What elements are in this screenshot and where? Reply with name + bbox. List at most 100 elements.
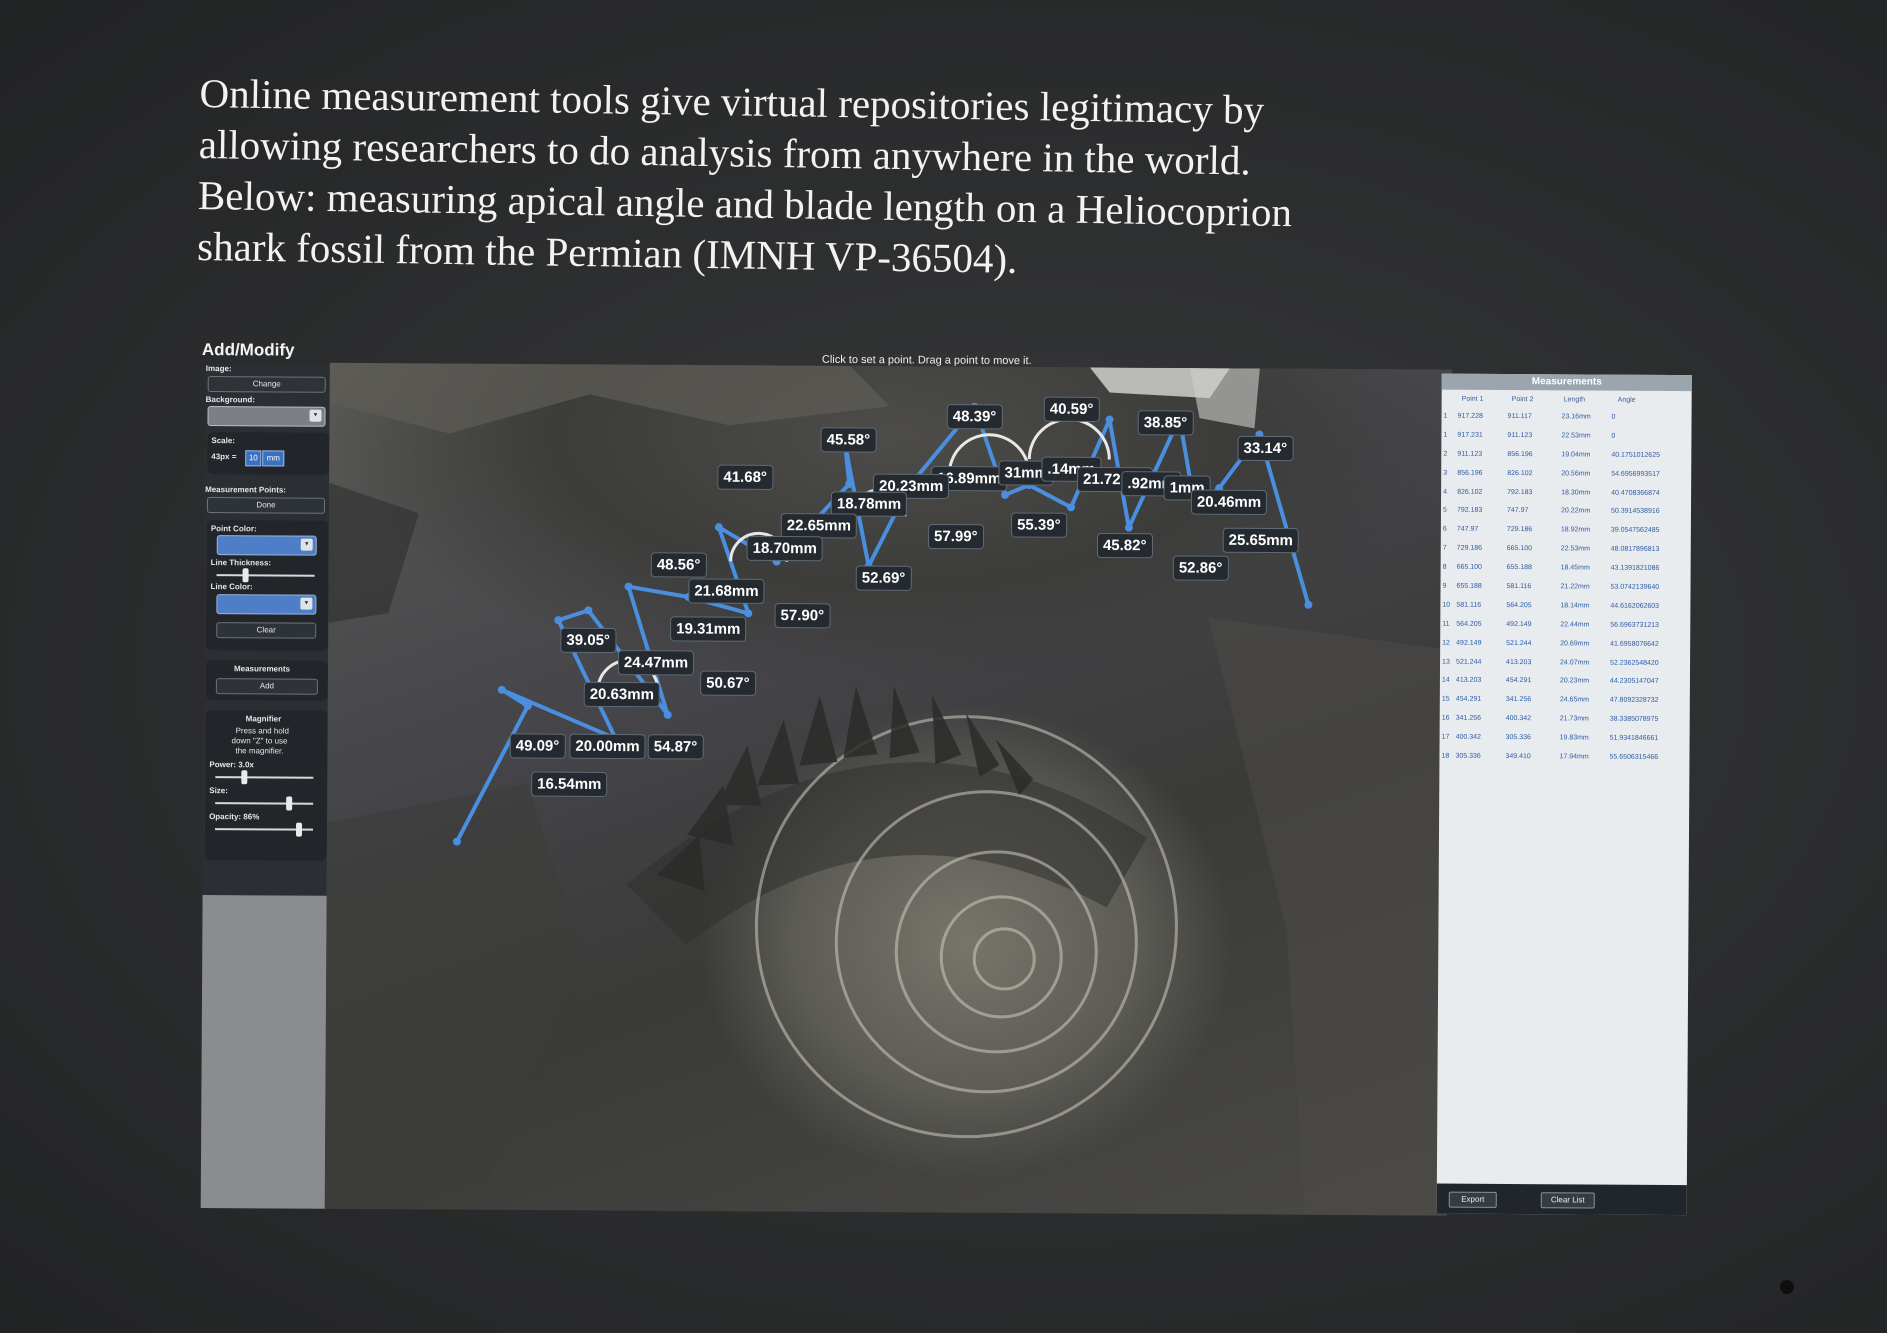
table-cell: 41.6958076642 bbox=[1610, 640, 1659, 648]
scale-value-input[interactable]: 10 bbox=[245, 450, 262, 467]
table-row[interactable]: 16 341.256 400.342 21.73mm 38.3385078975 bbox=[1440, 712, 1690, 732]
measurement-label[interactable]: 57.99° bbox=[927, 523, 984, 550]
measurement-label[interactable]: 20.00mm bbox=[569, 733, 646, 760]
point-color-select[interactable]: ▾ bbox=[216, 535, 317, 556]
clear-button[interactable]: Clear bbox=[216, 622, 317, 639]
table-row[interactable]: 11 564.205 492.149 22.44mm 56.6963731213 bbox=[1440, 617, 1690, 637]
table-cell: 13 bbox=[1442, 658, 1450, 666]
measurement-point[interactable] bbox=[714, 523, 723, 532]
table-cell: 454.291 bbox=[1505, 677, 1532, 685]
measurement-label[interactable]: 48.39° bbox=[946, 404, 1003, 430]
measurement-point[interactable] bbox=[1066, 503, 1075, 512]
measurement-label[interactable]: 49.09° bbox=[509, 733, 566, 759]
slider-handle[interactable] bbox=[296, 822, 303, 837]
measurement-point[interactable] bbox=[624, 582, 633, 591]
power-label: Power: 3.0x bbox=[209, 760, 254, 770]
table-row[interactable]: 5 792.183 747.97 20.22mm 50.3914538916 bbox=[1441, 504, 1691, 524]
table-row[interactable]: 15 454.291 341.256 24.65mm 47.8092328732 bbox=[1440, 693, 1690, 713]
table-cell: 19.83mm bbox=[1559, 734, 1589, 742]
add-button[interactable]: Add bbox=[215, 678, 318, 695]
measurement-label[interactable]: 39.05° bbox=[560, 627, 617, 654]
measurement-point[interactable] bbox=[554, 616, 563, 625]
power-slider[interactable] bbox=[215, 770, 314, 785]
slider-handle[interactable] bbox=[242, 568, 249, 583]
table-row[interactable]: 4 826.102 792.183 18.30mm 40.4708366874 bbox=[1441, 485, 1691, 505]
measurement-label[interactable]: 40.59° bbox=[1043, 396, 1100, 422]
chevron-down-icon: ▾ bbox=[300, 538, 313, 551]
table-cell: 911.123 bbox=[1507, 431, 1533, 440]
table-cell: 51.9341846661 bbox=[1609, 734, 1659, 743]
measurement-point[interactable] bbox=[523, 701, 532, 710]
chevron-down-icon: ▾ bbox=[309, 409, 322, 422]
measurement-label[interactable]: 52.86° bbox=[1172, 555, 1229, 581]
table-row[interactable]: 14 413.203 454.291 20.23mm 44.2305147047 bbox=[1440, 674, 1690, 694]
measurement-point[interactable] bbox=[1124, 523, 1133, 532]
change-button[interactable]: Change bbox=[207, 376, 326, 393]
measurement-label[interactable]: 16.54mm bbox=[531, 771, 608, 797]
measurement-point[interactable] bbox=[1304, 600, 1313, 609]
table-row[interactable]: 1 917.228 911.117 23.16mm 0 bbox=[1441, 410, 1691, 430]
measurement-label[interactable]: 20.63mm bbox=[583, 681, 661, 708]
export-button[interactable]: Export bbox=[1448, 1191, 1497, 1208]
measurement-label[interactable]: 54.87° bbox=[647, 734, 704, 760]
measurement-label[interactable]: 52.69° bbox=[855, 565, 912, 591]
measurement-label[interactable]: 25.65mm bbox=[1222, 527, 1299, 554]
fossil-image-canvas[interactable]: 48.39° 40.59° 38.85° 45.58° 33.14° 16.89… bbox=[324, 362, 1452, 1216]
measurement-point[interactable] bbox=[1105, 415, 1114, 424]
measurement-label[interactable]: 18.70mm bbox=[746, 535, 823, 562]
table-row[interactable]: 3 856.196 826.102 20.56mm 54.6956993517 bbox=[1441, 466, 1691, 486]
measurement-label[interactable]: 33.14° bbox=[1237, 435, 1294, 462]
table-row[interactable]: 18 305.336 349.410 17.94mm 55.6506315466 bbox=[1439, 750, 1689, 770]
measurement-label[interactable]: 20.46mm bbox=[1190, 489, 1268, 516]
measurement-label[interactable]: 21.68mm bbox=[688, 578, 765, 604]
measurements-group: Measurements Add bbox=[205, 660, 329, 701]
measurement-point[interactable] bbox=[452, 837, 461, 846]
table-header: Point 1 Point 2 Length Angle bbox=[1442, 394, 1692, 410]
table-row[interactable]: 12 492.149 521.244 20.69mm 41.6958076642 bbox=[1440, 636, 1690, 656]
measurement-label[interactable]: 45.82° bbox=[1096, 532, 1153, 559]
measurement-label[interactable]: 22.65mm bbox=[780, 513, 858, 539]
slider-handle[interactable] bbox=[241, 770, 248, 785]
measurement-label[interactable]: 57.90° bbox=[774, 603, 831, 629]
measurement-label[interactable]: 55.39° bbox=[1011, 512, 1067, 538]
table-cell: 22.53mm bbox=[1561, 432, 1591, 440]
table-row[interactable]: 1 917.231 911.123 22.53mm 0 bbox=[1441, 428, 1691, 448]
measurement-label[interactable]: 45.58° bbox=[820, 427, 877, 453]
line-thickness-slider[interactable] bbox=[216, 568, 315, 583]
table-row[interactable]: 10 581.116 564.205 18.14mm 44.6162062603 bbox=[1440, 598, 1690, 618]
table-row[interactable]: 8 665.100 655.188 18.45mm 43.1391821086 bbox=[1441, 561, 1691, 581]
table-row[interactable]: 13 521.244 413.203 24.07mm 52.2362548420 bbox=[1440, 655, 1690, 675]
measurement-label[interactable]: 19.31mm bbox=[670, 616, 747, 642]
measurement-label[interactable]: 41.68° bbox=[717, 464, 774, 490]
measurement-point[interactable] bbox=[584, 606, 593, 615]
table-cell: 2 bbox=[1443, 450, 1448, 458]
opacity-slider[interactable] bbox=[215, 822, 314, 837]
measurement-label[interactable]: 50.67° bbox=[700, 670, 756, 696]
size-slider[interactable] bbox=[215, 796, 314, 811]
background-color-select[interactable]: ▾ bbox=[207, 406, 326, 427]
measurement-label[interactable]: 24.47mm bbox=[617, 650, 695, 676]
table-cell: 54.6956993517 bbox=[1611, 470, 1660, 478]
scale-unit-select[interactable]: mm bbox=[262, 450, 285, 467]
measurement-label[interactable]: 38.85° bbox=[1137, 410, 1194, 436]
measurement-point[interactable] bbox=[744, 609, 753, 618]
table-row[interactable]: 2 911.123 856.196 19.04mm 40.1751012625 bbox=[1441, 447, 1691, 467]
measurement-label[interactable]: 48.56° bbox=[650, 552, 707, 578]
measurement-point[interactable] bbox=[1001, 490, 1010, 499]
table-cell: 792.183 bbox=[1456, 507, 1483, 515]
clear-list-button[interactable]: Clear List bbox=[1540, 1192, 1595, 1209]
table-cell: 18 bbox=[1441, 752, 1450, 760]
line-color-select[interactable]: ▾ bbox=[216, 594, 317, 615]
table-cell: 413.203 bbox=[1455, 677, 1482, 685]
table-cell: 24.65mm bbox=[1559, 696, 1590, 704]
table-cell: 454.291 bbox=[1455, 696, 1482, 704]
table-row[interactable]: 6 747.97 729.186 18.92mm 39.0547562485 bbox=[1441, 523, 1691, 543]
measurement-point[interactable] bbox=[497, 685, 506, 694]
slider-handle[interactable] bbox=[285, 796, 292, 811]
done-button[interactable]: Done bbox=[206, 497, 326, 514]
table-row[interactable]: 9 655.188 581.116 21.22mm 53.0742139640 bbox=[1440, 580, 1690, 600]
measurement-point[interactable] bbox=[845, 479, 854, 488]
table-row[interactable]: 7 729.186 665.100 22.53mm 48.0817896813 bbox=[1441, 542, 1691, 562]
measurement-point[interactable] bbox=[663, 710, 672, 719]
table-row[interactable]: 17 400.342 305.336 19.83mm 51.9341846661 bbox=[1440, 731, 1690, 751]
